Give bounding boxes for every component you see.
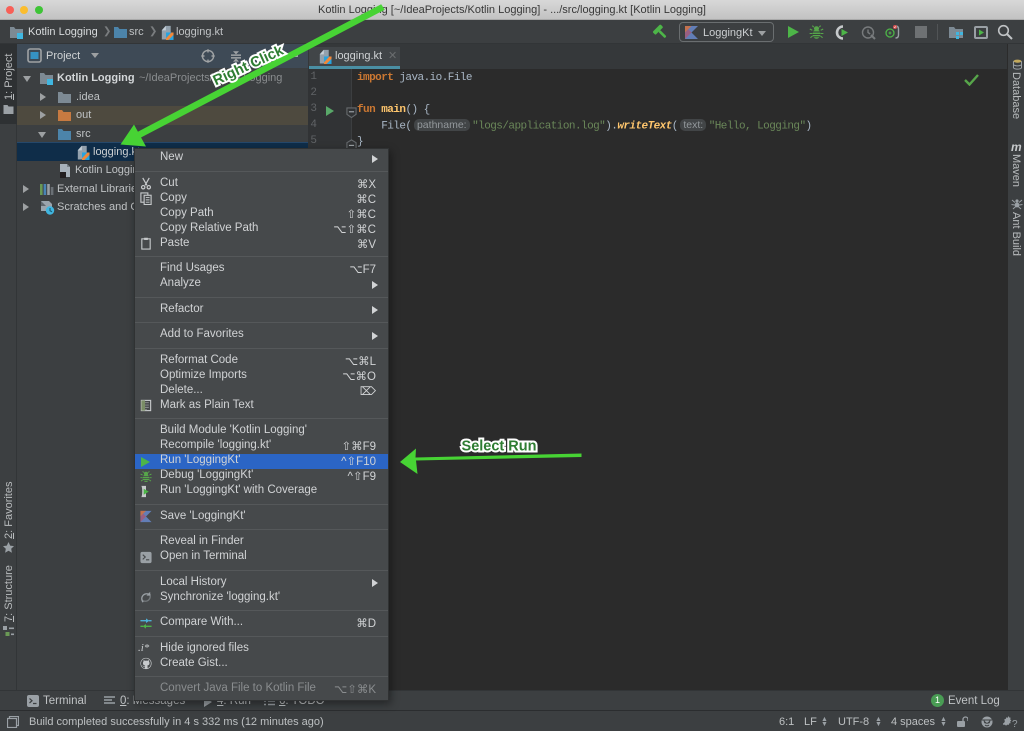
svg-text:?: ?: [1012, 719, 1018, 729]
